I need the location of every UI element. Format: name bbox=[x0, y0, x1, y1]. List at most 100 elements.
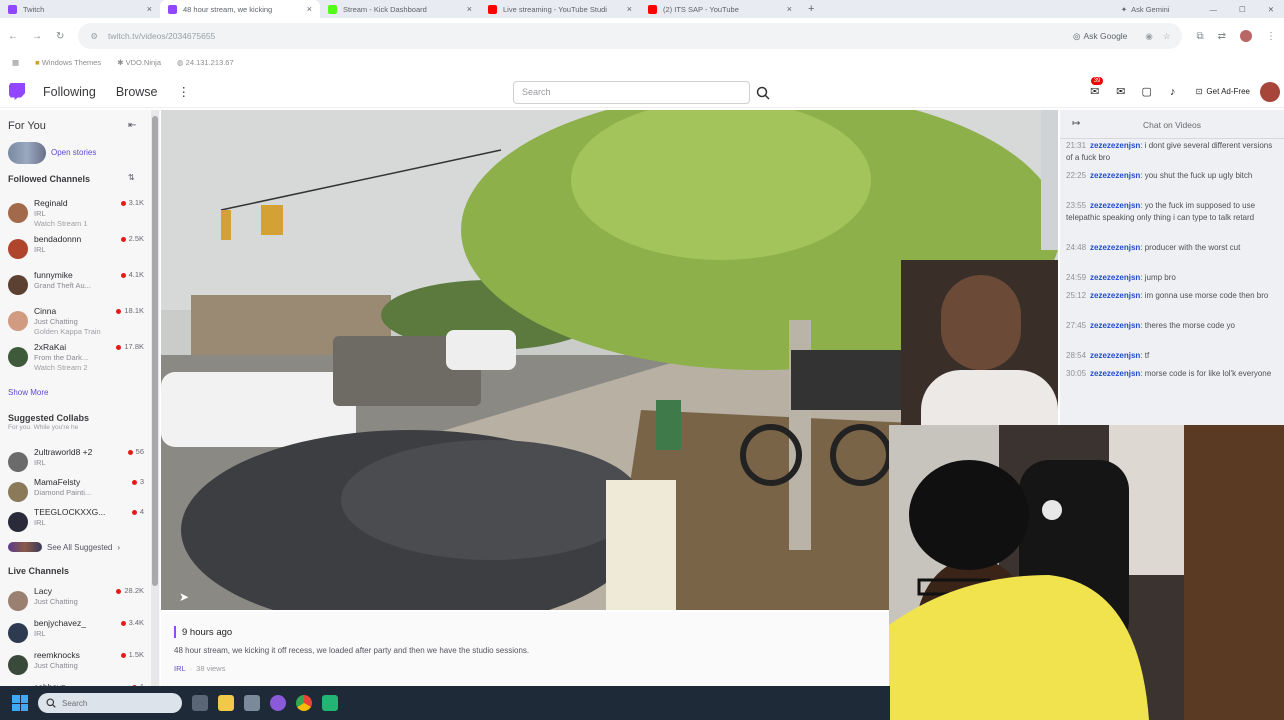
chat-username[interactable]: zezezezenjsn bbox=[1090, 291, 1140, 300]
channel-item[interactable]: bendadonnn IRL 2.5K bbox=[6, 234, 152, 268]
notifications-icon[interactable]: ♪ bbox=[1160, 86, 1186, 98]
browser-tab-strip: Twitch × 48 hour stream, we kicking × Stream… bbox=[0, 0, 1284, 18]
chat-timestamp[interactable]: 28:54 bbox=[1066, 351, 1086, 360]
taskbar-search[interactable]: Search bbox=[38, 693, 182, 713]
chat-message: 21:31 zezezezenjsn: i dont give several d… bbox=[1066, 141, 1273, 162]
site-info-icon[interactable]: ⚙ bbox=[90, 31, 98, 42]
browser-tab[interactable]: (2) ITS SAP - YouTube × bbox=[640, 0, 800, 18]
sort-icon[interactable]: ⇅ bbox=[128, 173, 135, 182]
search-icon[interactable] bbox=[751, 81, 775, 104]
chrome-icon[interactable] bbox=[296, 695, 312, 711]
collapse-sidebar-icon[interactable]: ⇤ bbox=[128, 120, 136, 131]
following-link[interactable]: Following bbox=[43, 85, 96, 99]
apps-icon[interactable]: ▦ bbox=[12, 58, 19, 67]
maximize-icon[interactable]: ☐ bbox=[1239, 5, 1246, 14]
browser-tab[interactable]: Stream - Kick Dashboard × bbox=[320, 0, 480, 18]
twitch-logo-icon[interactable] bbox=[9, 83, 25, 100]
extensions-icon[interactable]: ⧉ bbox=[1196, 31, 1203, 42]
windows-start-icon[interactable] bbox=[12, 695, 28, 711]
store-icon[interactable] bbox=[244, 695, 260, 711]
channel-item[interactable]: MamaFelsty Diamond Painti... 3 bbox=[6, 477, 152, 511]
browser-tab[interactable]: Live streaming - YouTube Studi × bbox=[480, 0, 640, 18]
more-menu-icon[interactable]: ⋮ bbox=[178, 84, 191, 99]
scrollbar-thumb[interactable] bbox=[152, 116, 158, 586]
see-all-suggested-link[interactable]: See All Suggested › bbox=[8, 542, 120, 552]
channel-item[interactable]: Lacy Just Chatting 28.2K bbox=[6, 586, 152, 620]
close-tab-icon[interactable]: × bbox=[787, 4, 792, 14]
channel-item[interactable]: 2xRaKai From the Dark... 17.8K Watch Stream… bbox=[6, 342, 152, 376]
chat-username[interactable]: zezezezenjsn bbox=[1090, 201, 1140, 210]
file-explorer-icon[interactable] bbox=[218, 695, 234, 711]
address-bar[interactable]: ⚙ twitch.tv/videos/2034675655 ◎ Ask Googl… bbox=[78, 23, 1183, 49]
obs-icon[interactable] bbox=[270, 695, 286, 711]
chat-username[interactable]: zezezezenjsn bbox=[1090, 141, 1140, 150]
close-tab-icon[interactable]: × bbox=[147, 4, 152, 14]
forward-icon[interactable]: → bbox=[32, 31, 42, 42]
viewer-count: 3.4K bbox=[121, 618, 144, 627]
ask-gemini-button[interactable]: ✦ Ask Gemini bbox=[1121, 5, 1170, 14]
close-tab-icon[interactable]: × bbox=[467, 4, 472, 14]
channel-name: Reginald bbox=[34, 198, 68, 208]
chat-username[interactable]: zezezezenjsn bbox=[1090, 171, 1140, 180]
app-icon[interactable] bbox=[322, 695, 338, 711]
suggested-collabs-heading: Suggested Collabs bbox=[8, 413, 90, 423]
channel-item[interactable]: TEEGLOCKXXG... IRL 4 bbox=[6, 507, 152, 541]
bookmark-vdo-ninja[interactable]: ✱ VDO.Ninja bbox=[117, 58, 161, 67]
prime-icon[interactable]: ✉ 39 bbox=[1082, 77, 1108, 98]
channel-item[interactable]: benjychavez_ IRL 3.4K bbox=[6, 618, 152, 652]
chat-timestamp[interactable]: 24:48 bbox=[1066, 243, 1086, 252]
close-tab-icon[interactable]: × bbox=[307, 4, 312, 14]
chat-username[interactable]: zezezezenjsn bbox=[1090, 243, 1140, 252]
browse-link[interactable]: Browse bbox=[116, 85, 158, 99]
tab-favicon-icon bbox=[488, 4, 497, 14]
new-tab-button[interactable]: + bbox=[800, 3, 822, 15]
ask-google-button[interactable]: ◎ Ask Google bbox=[1073, 31, 1127, 42]
chat-timestamp[interactable]: 30:05 bbox=[1066, 369, 1086, 378]
bookmark-ip[interactable]: ◍ 24.131.213.67 bbox=[177, 58, 234, 67]
menu-icon[interactable]: ⋮ bbox=[1266, 31, 1276, 42]
channel-item[interactable]: 2ultraworld8 +2 IRL 56 bbox=[6, 447, 152, 481]
channel-item[interactable]: funnymike Grand Theft Au... 4.1K bbox=[6, 270, 152, 304]
browser-tab[interactable]: 48 hour stream, we kicking × bbox=[160, 0, 320, 18]
channel-name: Cinna bbox=[34, 306, 57, 316]
sidebar-scrollbar[interactable] bbox=[151, 110, 159, 688]
channel-name: 2xRaKai bbox=[34, 342, 67, 352]
show-more-link[interactable]: Show More bbox=[8, 388, 48, 397]
bookmark-label: Windows Themes bbox=[41, 57, 102, 67]
stories-avatars[interactable] bbox=[8, 142, 46, 164]
close-tab-icon[interactable]: × bbox=[627, 4, 632, 14]
viewer-count: 4 bbox=[132, 507, 144, 516]
chat-username[interactable]: zezezezenjsn bbox=[1090, 369, 1140, 378]
cast-icon[interactable]: ⇄ bbox=[1218, 31, 1226, 42]
chat-timestamp[interactable]: 21:31 bbox=[1066, 141, 1086, 150]
chat-username[interactable]: zezezezenjsn bbox=[1090, 321, 1140, 330]
whispers-icon[interactable]: ▢ bbox=[1134, 85, 1160, 98]
inbox-icon[interactable]: ✉ bbox=[1108, 85, 1134, 98]
video-stats: IRL · 38 views bbox=[174, 664, 225, 673]
channel-item[interactable]: Cinna Just Chatting 18.1K Golden Kappa Trai… bbox=[6, 306, 152, 340]
chat-timestamp[interactable]: 23:55 bbox=[1066, 201, 1086, 210]
back-icon[interactable]: ← bbox=[8, 31, 18, 42]
reload-icon[interactable]: ↻ bbox=[56, 31, 64, 42]
browser-tab[interactable]: Twitch × bbox=[0, 0, 160, 18]
chat-timestamp[interactable]: 27:45 bbox=[1066, 321, 1086, 330]
bookmark-windows-themes[interactable]: ■ Windows Themes bbox=[35, 58, 101, 67]
channel-item[interactable]: reemknocks Just Chatting 1.5K bbox=[6, 650, 152, 684]
minimize-icon[interactable]: — bbox=[1209, 5, 1217, 14]
channel-item[interactable]: Reginald IRL 3.1K Watch Stream 1 bbox=[6, 198, 152, 232]
task-view-icon[interactable] bbox=[192, 695, 208, 711]
search-input[interactable]: Search bbox=[513, 81, 750, 104]
close-window-icon[interactable]: ✕ bbox=[1268, 5, 1274, 14]
open-stories-link[interactable]: Open stories bbox=[51, 148, 96, 157]
profile-icon[interactable] bbox=[1240, 30, 1252, 42]
chat-username[interactable]: zezezezenjsn bbox=[1090, 351, 1140, 360]
chat-timestamp[interactable]: 24:59 bbox=[1066, 273, 1086, 282]
user-avatar[interactable] bbox=[1260, 81, 1280, 102]
chat-timestamp[interactable]: 22:25 bbox=[1066, 171, 1086, 180]
eye-icon[interactable]: ◉ bbox=[1145, 31, 1152, 42]
video-category-link[interactable]: IRL bbox=[174, 664, 186, 673]
star-icon[interactable]: ☆ bbox=[1163, 31, 1171, 42]
chat-timestamp[interactable]: 25:12 bbox=[1066, 291, 1086, 300]
get-ad-free-button[interactable]: ⊡ Get Ad-Free bbox=[1196, 87, 1250, 96]
chat-username[interactable]: zezezezenjsn bbox=[1090, 273, 1140, 282]
